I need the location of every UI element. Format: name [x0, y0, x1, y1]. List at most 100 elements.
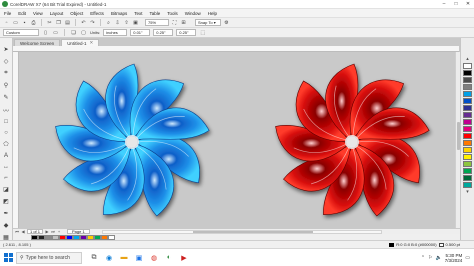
open-folder-icon[interactable]: ▭	[12, 19, 19, 26]
menu-object[interactable]: Object	[70, 11, 83, 16]
outline-swatch[interactable]	[438, 242, 444, 247]
duplicate-y-field[interactable]: 0.25"	[176, 29, 197, 36]
tab-welcome-screen[interactable]: Welcome Screen	[14, 39, 61, 46]
rectangle-tool-icon[interactable]: □	[2, 119, 10, 125]
search-content-icon[interactable]: ⌕	[105, 19, 112, 26]
freehand-tool-icon[interactable]: ✎	[2, 94, 10, 101]
palette-swatch[interactable]	[463, 133, 472, 139]
eyedropper-icon[interactable]: ✒	[2, 210, 10, 217]
snap-to-dropdown[interactable]: Snap To ▾	[195, 19, 221, 26]
document-palette-swatch[interactable]	[45, 234, 52, 240]
palette-swatch[interactable]	[463, 182, 472, 188]
tab-untitled-1[interactable]: Untitled-1 ✕	[61, 39, 100, 46]
palette-swatch[interactable]	[463, 112, 472, 118]
duplicate-x-field[interactable]: 0.25"	[153, 29, 174, 36]
export-icon[interactable]: ⇧	[123, 19, 130, 26]
print-icon[interactable]: ⎙	[30, 19, 37, 26]
import-icon[interactable]: ⇩	[114, 19, 121, 26]
menu-file[interactable]: File	[4, 11, 11, 16]
last-page-icon[interactable]: ⏭	[51, 229, 55, 234]
undo-icon[interactable]: ↶	[80, 19, 87, 26]
parallel-dimension-icon[interactable]: ↔	[2, 164, 10, 170]
system-clock[interactable]: 5:30 PM 7/3/2024	[445, 253, 463, 263]
current-page-icon[interactable]: ▢	[80, 29, 87, 36]
save-icon[interactable]: ▪	[21, 19, 28, 26]
volume-icon[interactable]: 🔈	[436, 255, 442, 261]
all-pages-icon[interactable]: ❏	[70, 29, 77, 36]
palette-swatch[interactable]	[463, 147, 472, 153]
minimize-button[interactable]: –	[438, 0, 450, 9]
palette-swatch[interactable]	[463, 91, 472, 97]
zoom-tool-icon[interactable]: ⚲	[2, 82, 10, 89]
text-tool-icon[interactable]: A	[2, 153, 10, 159]
menu-layout[interactable]: Layout	[50, 11, 64, 16]
red-spiral-flower[interactable]	[275, 63, 430, 217]
media-app-icon[interactable]: ▶	[178, 252, 190, 264]
portrait-icon[interactable]: ▯	[42, 29, 49, 36]
palette-scroll-up-icon[interactable]: ▴	[466, 56, 469, 62]
units-select[interactable]: inches	[103, 29, 128, 36]
palette-swatch[interactable]	[463, 105, 472, 111]
document-palette-swatch[interactable]	[52, 234, 59, 240]
palette-swatch[interactable]	[463, 168, 472, 174]
menu-table[interactable]: Table	[149, 11, 160, 16]
palette-swatch[interactable]	[463, 161, 472, 167]
document-palette-swatch[interactable]	[66, 234, 73, 240]
document-palette-swatch[interactable]	[87, 234, 94, 240]
menu-bitmaps[interactable]: Bitmaps	[111, 11, 127, 16]
network-icon[interactable]: ⚐	[428, 255, 432, 261]
crop-tool-icon[interactable]: ⌗	[2, 70, 10, 77]
first-page-icon[interactable]: ⏮	[15, 229, 19, 234]
horizontal-scroll-thumb[interactable]	[192, 230, 313, 233]
rulers-icon[interactable]: ⊞	[180, 19, 187, 26]
new-document-icon[interactable]: ▫	[3, 19, 10, 26]
palette-swatch[interactable]	[463, 98, 472, 104]
polygon-tool-icon[interactable]: ⬠	[2, 141, 10, 148]
fill-swatch[interactable]	[389, 242, 395, 247]
nudge-distance-field[interactable]: 0.01"	[130, 29, 151, 36]
palette-swatch[interactable]	[463, 84, 472, 90]
menu-window[interactable]: Window	[185, 11, 201, 16]
palette-swatch[interactable]	[463, 70, 472, 76]
zoom-level-select[interactable]: 75%	[145, 19, 169, 26]
prev-page-icon[interactable]: ◀	[21, 229, 25, 234]
document-palette-swatch[interactable]	[73, 234, 80, 240]
page-preset-select[interactable]: Custom	[3, 29, 39, 36]
horizontal-scrollbar[interactable]	[101, 229, 382, 234]
palette-swatch[interactable]	[463, 63, 472, 69]
drop-shadow-icon[interactable]: ◪	[2, 186, 10, 193]
palette-swatch[interactable]	[463, 175, 472, 181]
notification-icon[interactable]: ▭	[465, 255, 470, 261]
palette-swatch[interactable]	[463, 119, 472, 125]
taskbar-search-box[interactable]: ⚲ Type here to search	[16, 251, 82, 264]
task-view-icon[interactable]: ⧉	[88, 252, 100, 264]
menu-effects[interactable]: Effects	[90, 11, 104, 16]
copy-icon[interactable]: ❐	[55, 19, 62, 26]
drawing-canvas[interactable]	[19, 52, 455, 228]
add-page-icon[interactable]: +	[57, 229, 61, 234]
document-palette-swatch[interactable]	[80, 234, 87, 240]
maximize-button[interactable]: □	[450, 0, 462, 9]
shape-tool-icon[interactable]: ◇	[2, 58, 10, 65]
ellipse-tool-icon[interactable]: ○	[2, 130, 10, 136]
pick-tool-icon[interactable]: ➤	[2, 46, 10, 53]
cut-icon[interactable]: ✂	[46, 19, 53, 26]
landscape-icon[interactable]: ▭	[52, 29, 59, 36]
coreldraw-taskbar-icon[interactable]: ◐	[163, 252, 175, 264]
artistic-media-icon[interactable]: 〰	[2, 106, 10, 115]
document-palette-swatch[interactable]	[31, 234, 38, 240]
palette-swatch[interactable]	[463, 140, 472, 146]
palette-swatch[interactable]	[463, 126, 472, 132]
document-palette-swatch[interactable]	[94, 234, 101, 240]
palette-swatch[interactable]	[463, 77, 472, 83]
document-palette-swatch[interactable]	[101, 234, 108, 240]
start-button[interactable]	[0, 249, 16, 266]
transparency-tool-icon[interactable]: ◩	[2, 198, 10, 205]
document-palette-swatch[interactable]	[59, 234, 66, 240]
chevron-up-icon[interactable]: ⌃	[421, 255, 425, 261]
gear-icon[interactable]: ⚙	[223, 19, 230, 26]
menu-tools[interactable]: Tools	[167, 11, 178, 16]
menu-edit[interactable]: Edit	[18, 11, 26, 16]
palette-swatch[interactable]	[463, 154, 472, 160]
document-palette-swatch[interactable]	[108, 234, 115, 240]
